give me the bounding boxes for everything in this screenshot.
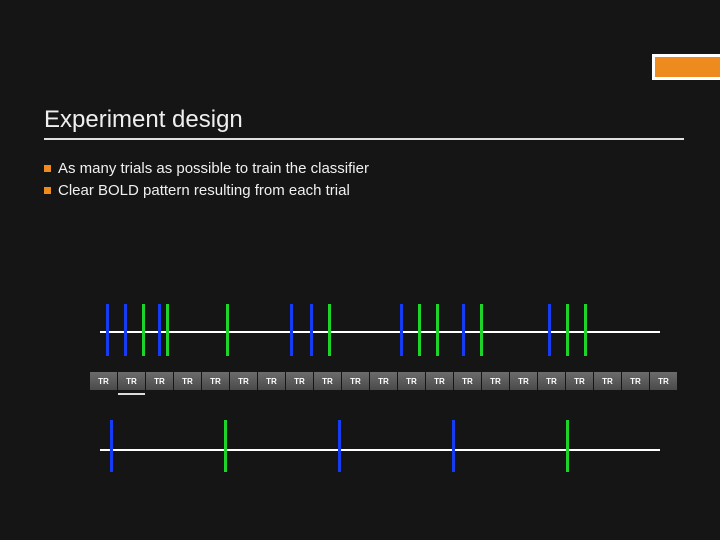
trial-tick: [310, 304, 313, 356]
bullet-item: As many trials as possible to train the …: [44, 158, 676, 180]
timeline-axis: [100, 449, 660, 451]
trial-tick: [452, 420, 455, 472]
trial-tick: [462, 304, 465, 356]
tr-underline: [118, 393, 145, 395]
trial-tick: [400, 304, 403, 356]
tr-cell: TR: [622, 372, 649, 390]
timeline-area: TRTRTRTRTRTRTRTRTRTRTRTRTRTRTRTRTRTRTRTR…: [100, 300, 660, 490]
trial-tick: [566, 304, 569, 356]
trial-tick: [328, 304, 331, 356]
trial-tick: [566, 420, 569, 472]
title-underline: [44, 138, 684, 140]
dense-trial-row: [100, 300, 660, 362]
trial-tick: [106, 304, 109, 356]
trial-tick: [166, 304, 169, 356]
tr-cell: TR: [230, 372, 257, 390]
trial-tick: [418, 304, 421, 356]
trial-tick: [290, 304, 293, 356]
trial-tick: [338, 420, 341, 472]
tr-cell: TR: [426, 372, 453, 390]
tr-cell: TR: [566, 372, 593, 390]
tr-cell: TR: [146, 372, 173, 390]
trial-tick: [436, 304, 439, 356]
timeline-axis: [100, 331, 660, 333]
tr-cell: TR: [118, 372, 145, 390]
tr-cell: TR: [202, 372, 229, 390]
trial-tick: [224, 420, 227, 472]
trial-tick: [158, 304, 161, 356]
tr-cell: TR: [90, 372, 117, 390]
bullet-list: As many trials as possible to train the …: [44, 158, 676, 202]
tr-cell: TR: [482, 372, 509, 390]
tr-cell: TR: [454, 372, 481, 390]
trial-tick: [548, 304, 551, 356]
bullet-item: Clear BOLD pattern resulting from each t…: [44, 180, 676, 202]
tr-cell: TR: [510, 372, 537, 390]
tr-cell: TR: [286, 372, 313, 390]
trial-tick: [124, 304, 127, 356]
tr-cell: TR: [174, 372, 201, 390]
trial-tick: [110, 420, 113, 472]
trial-tick: [480, 304, 483, 356]
tr-cell: TR: [594, 372, 621, 390]
slide-content: Experiment design As many trials as poss…: [44, 106, 676, 202]
tr-cell: TR: [538, 372, 565, 390]
tr-cell: TR: [398, 372, 425, 390]
tr-cell: TR: [258, 372, 285, 390]
tr-cell: TR: [370, 372, 397, 390]
page-title: Experiment design: [44, 106, 676, 134]
sparse-trial-row: [100, 418, 660, 480]
trial-tick: [226, 304, 229, 356]
tr-strip: TRTRTRTRTRTRTRTRTRTRTRTRTRTRTRTRTRTRTRTR…: [90, 372, 660, 400]
tr-cell: TR: [314, 372, 341, 390]
trial-tick: [142, 304, 145, 356]
trial-tick: [584, 304, 587, 356]
accent-bar: [652, 54, 720, 80]
tr-cell: TR: [342, 372, 369, 390]
tr-cell: TR: [650, 372, 677, 390]
